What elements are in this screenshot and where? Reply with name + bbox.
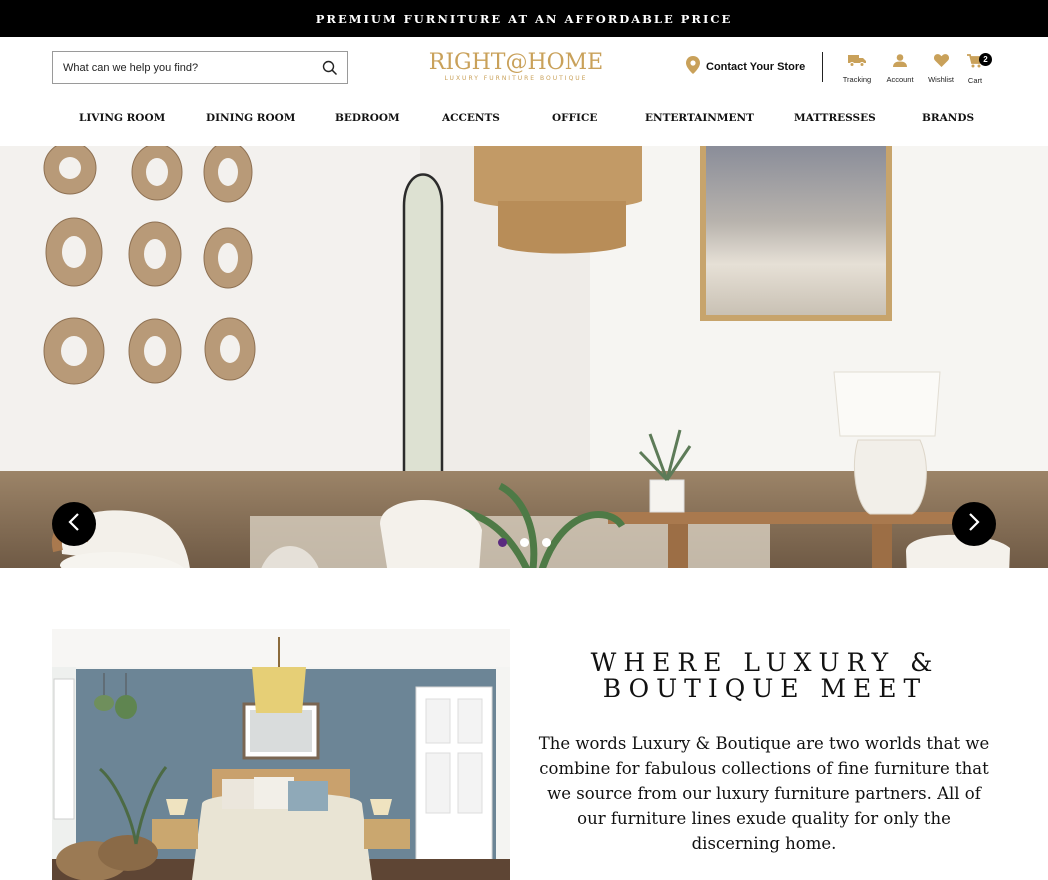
feature-bedroom-image [52, 629, 510, 880]
contact-store-link[interactable]: Contact Your Store [686, 55, 806, 79]
heart-icon [933, 54, 949, 72]
cart-label: Cart [967, 76, 983, 85]
nav-living-room[interactable]: LIVING ROOM [79, 112, 165, 124]
contact-store-label: Contact Your Store [706, 61, 806, 73]
carousel-dot-2[interactable] [520, 538, 529, 547]
cart-link[interactable]: 2 Cart [955, 53, 995, 85]
tracking-link[interactable]: Tracking [837, 54, 877, 84]
carousel-dots [498, 538, 551, 547]
logo-tagline: LUXURY FURNITURE BOUTIQUE [444, 75, 588, 82]
chevron-right-icon [967, 512, 981, 537]
carousel-dot-1[interactable] [498, 538, 507, 547]
account-link[interactable]: Account [880, 54, 920, 84]
carousel-prev-button[interactable] [52, 502, 96, 546]
feature-body-text: The words Luxury & Boutique are two worl… [538, 734, 990, 853]
brand-logo[interactable]: RIGHT@HOME LUXURY FURNITURE BOUTIQUE [426, 50, 606, 90]
feature-headline-line-1: WHERE LUXURY & [590, 648, 940, 677]
nav-entertainment[interactable]: ENTERTAINMENT [645, 112, 754, 124]
carousel-next-button[interactable] [952, 502, 996, 546]
tracking-label: Tracking [842, 75, 872, 84]
nav-brands[interactable]: BRANDS [922, 112, 974, 124]
location-pin-icon [686, 55, 700, 79]
chevron-left-icon [67, 512, 81, 537]
nav-office[interactable]: OFFICE [552, 112, 597, 124]
nav-bedroom[interactable]: BEDROOM [335, 112, 400, 124]
header-divider [822, 52, 823, 82]
announcement-bar: PREMIUM FURNITURE AT AN AFFORDABLE PRICE [0, 0, 1048, 37]
truck-icon [848, 54, 866, 72]
feature-headline-line-2: BOUTIQUE MEET [602, 674, 928, 703]
search-icon[interactable] [313, 52, 347, 83]
wishlist-label: Wishlist [928, 75, 954, 84]
account-label: Account [886, 75, 914, 84]
nav-dining-room[interactable]: DINING ROOM [206, 112, 295, 124]
nav-accents[interactable]: ACCENTS [442, 112, 500, 124]
hero-carousel-image [0, 146, 1048, 568]
search-input[interactable] [53, 52, 313, 83]
main-navigation: LIVING ROOM DINING ROOM BEDROOM ACCENTS … [0, 112, 1048, 130]
announcement-text: PREMIUM FURNITURE AT AN AFFORDABLE PRICE [315, 11, 733, 26]
cart-count-badge: 2 [979, 53, 992, 66]
search-box[interactable] [52, 51, 348, 84]
feature-headline: WHERE LUXURY & BOUTIQUE MEET [540, 650, 990, 702]
logo-wordmark: RIGHT@HOME [428, 50, 604, 75]
carousel-dot-3[interactable] [542, 538, 551, 547]
user-icon [893, 54, 907, 72]
nav-mattresses[interactable]: MATTRESSES [794, 112, 876, 124]
